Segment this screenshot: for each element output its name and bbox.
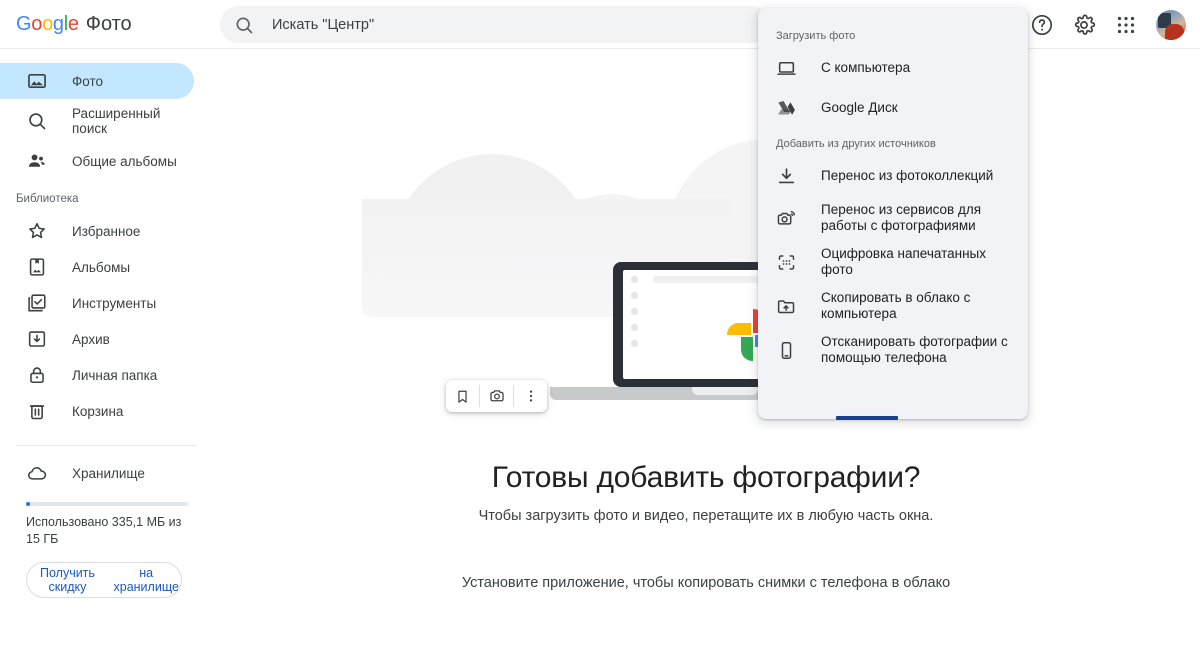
product-name: Фото <box>85 12 132 35</box>
menu-item-photoscan[interactable]: Оцифровка напечатанных фото <box>758 240 1028 284</box>
sidebar-item-shared-albums[interactable]: Общие альбомы <box>0 143 194 179</box>
search-input[interactable] <box>270 15 690 34</box>
install-app-text: Установите приложение, чтобы копировать … <box>461 575 951 591</box>
menu-item-label: Отсканировать фотографии с помощью телеф… <box>821 334 1008 365</box>
sidebar-item-storage[interactable]: Хранилище <box>26 458 194 488</box>
menu-section-other-sources-label: Добавить из других источников <box>776 138 936 150</box>
menu-item-label: Оцифровка напечатанных фото <box>821 246 987 277</box>
sidebar-item-photos[interactable]: Фото <box>0 63 194 99</box>
sidebar-item-advanced-search[interactable]: Расширенный поиск <box>0 99 194 143</box>
menu-item-scan-with-phone[interactable]: Отсканировать фотографии с помощью телеф… <box>758 328 1028 372</box>
sidebar-item-label: Избранное <box>72 223 141 239</box>
lock-icon <box>30 367 44 384</box>
menu-item-transfer-from-collections[interactable]: Перенос из фотоколлекций <box>758 156 1028 196</box>
sidebar-item-locked-folder[interactable]: Личная папка <box>0 357 194 393</box>
menu-item-backup-from-computer[interactable]: Скопировать в облако с компьютера <box>758 284 1028 328</box>
sidebar-item-label: Фото <box>72 73 104 89</box>
archive-icon <box>28 331 46 347</box>
sidebar-item-label: Архив <box>72 331 110 347</box>
menu-anchor-underline <box>836 416 898 420</box>
sidebar-item-trash[interactable]: Корзина <box>0 393 194 429</box>
page-subtitle: Чтобы загрузить фото и видео, перетащите… <box>478 508 934 524</box>
tools-icon <box>28 294 46 312</box>
menu-section-upload-label: Загрузить фото <box>776 30 856 42</box>
storage-usage-text: Использовано 335,1 МБ из 15 ГБ <box>26 515 182 546</box>
sidebar-item-label: Личная папка <box>72 367 158 383</box>
search-icon <box>29 113 46 130</box>
photoscan-icon <box>778 254 795 270</box>
sidebar-item-archive[interactable]: Архив <box>0 321 194 357</box>
cta-line-2: на хранилище <box>113 566 179 594</box>
logo-letter-o2: o <box>42 12 53 35</box>
google-photos-app: Google Фото Искать "Центр" Фото Расширен… <box>0 0 1200 650</box>
camera-transfer-icon <box>777 210 796 225</box>
main-content: Готовы добавить фотографии? Чтобы загруз… <box>212 49 1200 650</box>
star-icon <box>29 222 45 239</box>
cta-line-1: Получить скидку <box>39 566 95 594</box>
logo-letter-g2: g <box>52 12 64 35</box>
empty-state-copy: Готовы добавить фотографии? Чтобы загруз… <box>212 461 1200 591</box>
sidebar-item-label: Инструменты <box>72 295 157 311</box>
avatar[interactable] <box>1156 9 1186 40</box>
menu-item-google-drive[interactable]: Google Диск <box>758 88 1028 128</box>
album-icon <box>29 258 45 276</box>
page-title: Готовы добавить фотографии? <box>491 461 921 494</box>
sidebar-item-label: Альбомы <box>72 259 131 275</box>
download-icon <box>778 167 795 183</box>
google-wordmark: Google <box>16 13 79 36</box>
more-vert-icon[interactable] <box>514 380 547 412</box>
storage-label: Хранилище <box>72 465 145 481</box>
menu-item-label: Перенос из фотоколлекций <box>821 168 994 183</box>
sidebar-item-label: Корзина <box>72 403 124 419</box>
menu-item-label: Перенос из сервисов для работы с фотогра… <box>821 202 982 233</box>
menu-item-label: Скопировать в облако с компьютера <box>821 290 971 321</box>
trash-icon <box>29 405 45 420</box>
logo-letter-e: e <box>67 12 79 35</box>
folder-upload-icon <box>777 299 795 313</box>
header-actions <box>1030 0 1186 49</box>
upload-photos-menu: Загрузить фото С компьютера Google Диск … <box>758 8 1028 419</box>
help-icon[interactable] <box>1030 13 1054 37</box>
lens-camera-icon[interactable] <box>480 380 513 412</box>
menu-item-label: С компьютера <box>821 60 911 75</box>
sidebar-divider <box>16 445 196 446</box>
laptop-trackpad-notch <box>692 387 758 395</box>
storage-progress-fill <box>26 502 31 506</box>
storage-block: Хранилище Использовано 335,1 МБ из 15 ГБ… <box>0 458 212 598</box>
menu-item-transfer-from-services[interactable]: Перенос из сервисов для работы с фотогра… <box>758 196 1028 240</box>
apps-grid-icon[interactable] <box>1114 13 1138 37</box>
menu-item-from-computer[interactable]: С компьютера <box>758 48 1028 88</box>
get-storage-discount-button[interactable]: Получить скидку на хранилище <box>26 562 182 598</box>
sidebar-item-label: Расширенный поиск <box>72 106 161 136</box>
photo-icon <box>28 73 46 89</box>
sidebar: Фото Расширенный поиск Общие альбомы Биб… <box>0 49 212 650</box>
settings-gear-icon[interactable] <box>1072 13 1096 37</box>
cloud-icon <box>28 467 47 480</box>
google-drive-icon <box>778 100 795 115</box>
logo-letter-o1: o <box>31 12 43 35</box>
phone-icon <box>781 341 792 359</box>
sidebar-item-favorites[interactable]: Избранное <box>0 213 194 249</box>
logo-letter-g: G <box>16 12 32 35</box>
bookmark-icon[interactable] <box>446 380 479 412</box>
people-icon <box>28 154 45 167</box>
screen-sidebar-dots <box>631 276 638 356</box>
brand-logo-area[interactable]: Google Фото <box>0 13 204 36</box>
laptop-icon <box>777 61 796 75</box>
sidebar-item-albums[interactable]: Альбомы <box>0 249 194 285</box>
sidebar-item-label: Общие альбомы <box>72 153 177 169</box>
photo-float-toolbar <box>446 380 547 412</box>
storage-progress-bar <box>26 502 188 506</box>
menu-item-label: Google Диск <box>821 100 898 115</box>
search-icon <box>236 17 253 33</box>
search-bar[interactable] <box>220 6 770 43</box>
sidebar-section-library-label: Библиотека <box>16 193 79 205</box>
sidebar-item-tools[interactable]: Инструменты <box>0 285 194 321</box>
